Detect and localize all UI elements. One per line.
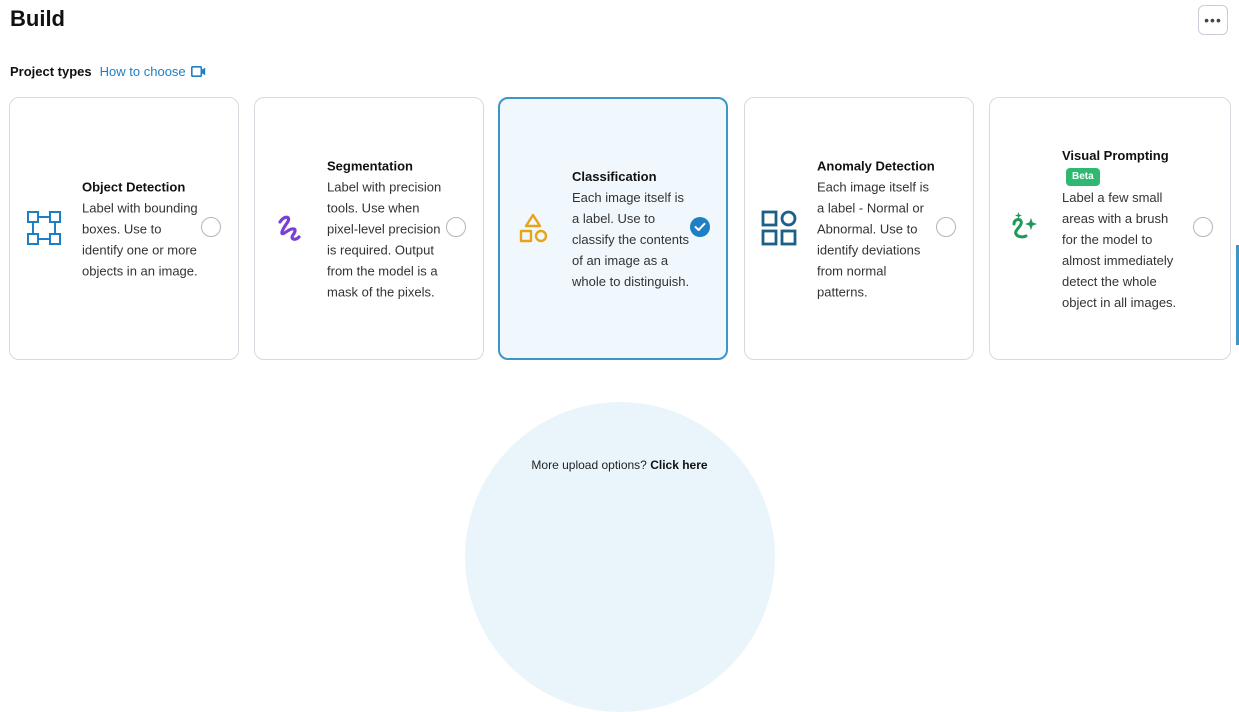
card-description: Each image itself is a label. Use to cla… [572, 189, 690, 289]
bounding-box-icon [26, 210, 62, 246]
card-title: Visual Prompting Beta [1062, 145, 1182, 187]
project-card-visual-prompting[interactable]: Visual Prompting Beta Label a few small a… [989, 97, 1231, 360]
video-camera-icon [190, 66, 206, 77]
project-card-object-detection[interactable]: Object Detection Label with bounding box… [9, 97, 239, 360]
card-description: Each image itself is a label - Normal or… [817, 179, 929, 299]
project-card-anomaly-detection[interactable]: Anomaly Detection Each image itself is a… [744, 97, 974, 360]
upload-drop-area[interactable] [465, 402, 775, 712]
card-description: Label with precision tools. Use when pix… [327, 179, 442, 299]
card-title: Object Detection [82, 179, 186, 194]
beta-badge: Beta [1066, 168, 1100, 187]
project-card-classification[interactable]: Classification Each image itself is a la… [498, 97, 728, 360]
card-text: Object Detection Label with bounding box… [82, 176, 202, 281]
shapes-icon [515, 210, 551, 246]
card-title: Classification [572, 168, 657, 184]
card-description: Label with bounding boxes. Use to identi… [82, 200, 198, 278]
click-here-link[interactable]: Click here [650, 458, 707, 472]
upload-options-row: More upload options? Click here [0, 458, 1239, 472]
project-card-segmentation[interactable]: Segmentation Label with precision tools.… [254, 97, 484, 360]
card-text: Anomaly Detection Each image itself is a… [817, 155, 937, 302]
how-to-choose-label: How to choose [99, 64, 186, 79]
card-title: Segmentation [327, 158, 413, 173]
radio-anomaly-detection[interactable] [936, 217, 956, 237]
card-text: Classification Each image itself is a la… [572, 166, 692, 292]
radio-segmentation[interactable] [446, 217, 466, 237]
card-text: Segmentation Label with precision tools.… [327, 155, 447, 302]
more-options-button[interactable]: ••• [1198, 5, 1228, 35]
card-title: Anomaly Detection [817, 158, 935, 173]
section-label: Project types [10, 64, 92, 79]
page-title: Build [10, 6, 65, 31]
radio-object-detection[interactable] [201, 217, 221, 237]
card-description: Label a few small areas with a brush for… [1062, 189, 1177, 310]
grid-shapes-icon [761, 210, 797, 246]
checkmark-icon [694, 222, 706, 231]
card-text: Visual Prompting Beta Label a few small a… [1062, 145, 1182, 313]
upload-prompt: More upload options? [531, 458, 647, 472]
brush-stroke-icon [271, 210, 307, 246]
radio-classification[interactable] [690, 217, 710, 237]
card-title-text: Visual Prompting [1062, 147, 1169, 163]
project-types-header: Project types How to choose [10, 64, 206, 79]
radio-visual-prompting[interactable] [1193, 217, 1213, 237]
sparkle-prompt-icon [1006, 210, 1042, 246]
how-to-choose-link[interactable]: How to choose [100, 64, 206, 79]
